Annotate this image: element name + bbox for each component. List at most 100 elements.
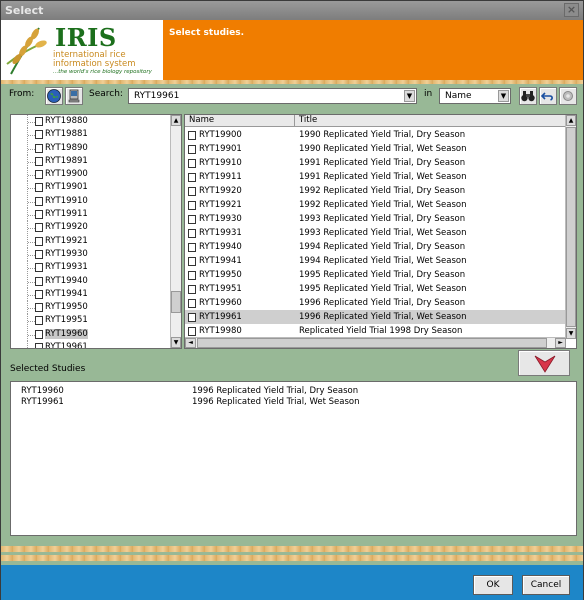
table-row[interactable]: RYT19961 1996 Replicated Yield Trial, Wet… bbox=[185, 310, 566, 324]
tree-item[interactable]: RYT19951 bbox=[11, 314, 181, 328]
tree-scroll-thumb[interactable] bbox=[171, 291, 181, 313]
row-title-cell: 1990 Replicated Yield Trial, Dry Season bbox=[299, 130, 466, 140]
tree-item[interactable]: RYT19920 bbox=[11, 221, 181, 235]
selected-studies-label: Selected Studies bbox=[10, 364, 86, 374]
row-title-cell: 1993 Replicated Yield Trial, Wet Season bbox=[299, 228, 467, 238]
tree-item[interactable]: RYT19901 bbox=[11, 181, 181, 195]
document-icon bbox=[35, 316, 43, 326]
table-scroll-up[interactable]: ▲ bbox=[566, 115, 576, 126]
search-dropdown-arrow[interactable]: ▼ bbox=[404, 90, 415, 102]
binoculars-icon bbox=[521, 91, 535, 102]
ok-button[interactable]: OK bbox=[473, 575, 513, 595]
tree-item-label: RYT19910 bbox=[45, 195, 88, 206]
computer-button[interactable] bbox=[65, 87, 83, 105]
document-icon bbox=[188, 187, 196, 196]
document-icon bbox=[188, 271, 196, 280]
tree-scroll-up[interactable]: ▲ bbox=[171, 115, 181, 126]
table-vscroll-thumb[interactable] bbox=[566, 127, 576, 327]
tree-item-label: RYT19891 bbox=[45, 155, 88, 166]
document-icon bbox=[35, 130, 43, 140]
tree-item[interactable]: RYT19931 bbox=[11, 261, 181, 275]
table-scroll-down[interactable]: ▼ bbox=[566, 328, 576, 339]
table-row[interactable]: RYT19911 1991 Replicated Yield Trial, Wet… bbox=[185, 170, 566, 184]
table-row[interactable]: RYT19910 1991 Replicated Yield Trial, Dry… bbox=[185, 156, 566, 170]
tree-item[interactable]: RYT19930 bbox=[11, 247, 181, 261]
table-scroll-right[interactable]: ► bbox=[555, 338, 566, 348]
table-vscrollbar[interactable]: ▲ ▼ bbox=[565, 115, 576, 339]
cancel-button[interactable]: Cancel bbox=[522, 575, 570, 595]
column-name-header[interactable]: Name bbox=[185, 115, 295, 127]
row-title-cell: 1995 Replicated Yield Trial, Wet Season bbox=[299, 284, 467, 294]
tree-item[interactable]: RYT19881 bbox=[11, 128, 181, 142]
tree-item[interactable]: RYT19900 bbox=[11, 168, 181, 182]
tree-item[interactable]: RYT19950 bbox=[11, 301, 181, 315]
column-title-header[interactable]: Title bbox=[295, 115, 566, 127]
row-title-cell: 1991 Replicated Yield Trial, Wet Season bbox=[299, 172, 467, 182]
tree-scroll-down[interactable]: ▼ bbox=[171, 337, 181, 348]
row-title-cell: 1995 Replicated Yield Trial, Dry Season bbox=[299, 270, 466, 280]
document-icon bbox=[188, 173, 196, 182]
table-row[interactable]: RYT19901 1990 Replicated Yield Trial, Wet… bbox=[185, 142, 566, 156]
logo-line-2: information system bbox=[53, 59, 136, 69]
document-icon bbox=[35, 170, 43, 180]
tree-scrollbar[interactable]: ▲ ▼ bbox=[170, 115, 181, 348]
logo-tagline: ...the world's rice biology repository bbox=[53, 69, 152, 75]
table-row[interactable]: RYT19941 1994 Replicated Yield Trial, Wet… bbox=[185, 254, 566, 268]
table-hscrollbar[interactable]: ◄ ► bbox=[185, 337, 566, 348]
in-label: in bbox=[424, 89, 433, 99]
tree-item[interactable]: RYT19921 bbox=[11, 234, 181, 248]
undo-button[interactable] bbox=[539, 87, 557, 105]
table-row[interactable]: RYT19931 1993 Replicated Yield Trial, Wet… bbox=[185, 226, 566, 240]
document-icon bbox=[35, 117, 43, 126]
table-row[interactable]: RYT19940 1994 Replicated Yield Trial, Dry… bbox=[185, 240, 566, 254]
tree-item[interactable]: RYT19910 bbox=[11, 194, 181, 208]
banner-message: Select studies. bbox=[169, 28, 245, 38]
tool-button[interactable] bbox=[559, 87, 577, 105]
decorative-stripe-bottom-2 bbox=[1, 555, 583, 561]
document-icon bbox=[188, 285, 196, 294]
row-name-cell: RYT19961 bbox=[199, 312, 242, 322]
tree-item[interactable]: RYT19961 bbox=[11, 341, 181, 348]
document-icon bbox=[188, 229, 196, 238]
table-row[interactable]: RYT19920 1992 Replicated Yield Trial, Dry… bbox=[185, 184, 566, 198]
tree-item[interactable]: RYT19891 bbox=[11, 154, 181, 168]
selected-studies-list[interactable]: RYT19960 1996 Replicated Yield Trial, Dry… bbox=[10, 381, 577, 536]
tree-item[interactable]: RYT19911 bbox=[11, 208, 181, 222]
row-title-cell: Replicated Yield Trial 1998 Dry Season bbox=[299, 326, 463, 336]
search-field-select[interactable]: Name ▼ bbox=[439, 88, 511, 104]
tree-item[interactable]: RYT19960 bbox=[11, 327, 181, 341]
table-row[interactable]: RYT19950 1995 Replicated Yield Trial, Dry… bbox=[185, 268, 566, 282]
find-button[interactable] bbox=[519, 87, 537, 105]
study-tree[interactable]: RYT19880 RYT19881 RYT19890 RYT19891 RYT19900… bbox=[10, 114, 182, 349]
globe-button[interactable] bbox=[45, 87, 63, 105]
studies-table[interactable]: Name Title RYT19900 1990 Replicated Yield… bbox=[184, 114, 577, 349]
tree-item-label: RYT19930 bbox=[45, 248, 88, 259]
table-scroll-left[interactable]: ◄ bbox=[185, 338, 196, 348]
add-selected-button[interactable] bbox=[518, 350, 570, 376]
table-row[interactable]: RYT19960 1996 Replicated Yield Trial, Dry… bbox=[185, 296, 566, 310]
tree-item-label: RYT19890 bbox=[45, 142, 88, 153]
tree-item[interactable]: RYT19941 bbox=[11, 287, 181, 301]
close-button[interactable]: × bbox=[564, 3, 579, 17]
tree-item[interactable]: RYT19880 bbox=[11, 115, 181, 128]
search-input[interactable]: RYT19961 ▼ bbox=[128, 88, 417, 104]
document-icon bbox=[35, 210, 43, 220]
tree-item[interactable]: RYT19890 bbox=[11, 141, 181, 155]
table-row[interactable]: RYT19951 1995 Replicated Yield Trial, Wet… bbox=[185, 282, 566, 296]
table-row[interactable]: RYT19921 1992 Replicated Yield Trial, Wet… bbox=[185, 198, 566, 212]
row-name-cell: RYT19931 bbox=[199, 228, 242, 238]
row-name-cell: RYT19911 bbox=[199, 172, 242, 182]
tree-item[interactable]: RYT19940 bbox=[11, 274, 181, 288]
table-row[interactable]: RYT19900 1990 Replicated Yield Trial, Dry… bbox=[185, 128, 566, 142]
row-name-cell: RYT19920 bbox=[199, 186, 242, 196]
tree-item-label: RYT19911 bbox=[45, 209, 88, 220]
table-row[interactable]: RYT19980 Replicated Yield Trial 1998 Dry … bbox=[185, 324, 566, 338]
table-row[interactable]: RYT19930 1993 Replicated Yield Trial, Dry… bbox=[185, 212, 566, 226]
field-dropdown-arrow[interactable]: ▼ bbox=[498, 90, 509, 102]
tree-item-label: RYT19960 bbox=[45, 328, 88, 339]
document-icon bbox=[188, 313, 196, 322]
table-hscroll-thumb[interactable] bbox=[197, 338, 547, 348]
undo-icon bbox=[540, 92, 553, 101]
list-item[interactable]: RYT19961 1996 Replicated Yield Trial, Wet… bbox=[21, 397, 359, 409]
row-name-cell: RYT19980 bbox=[199, 326, 242, 336]
